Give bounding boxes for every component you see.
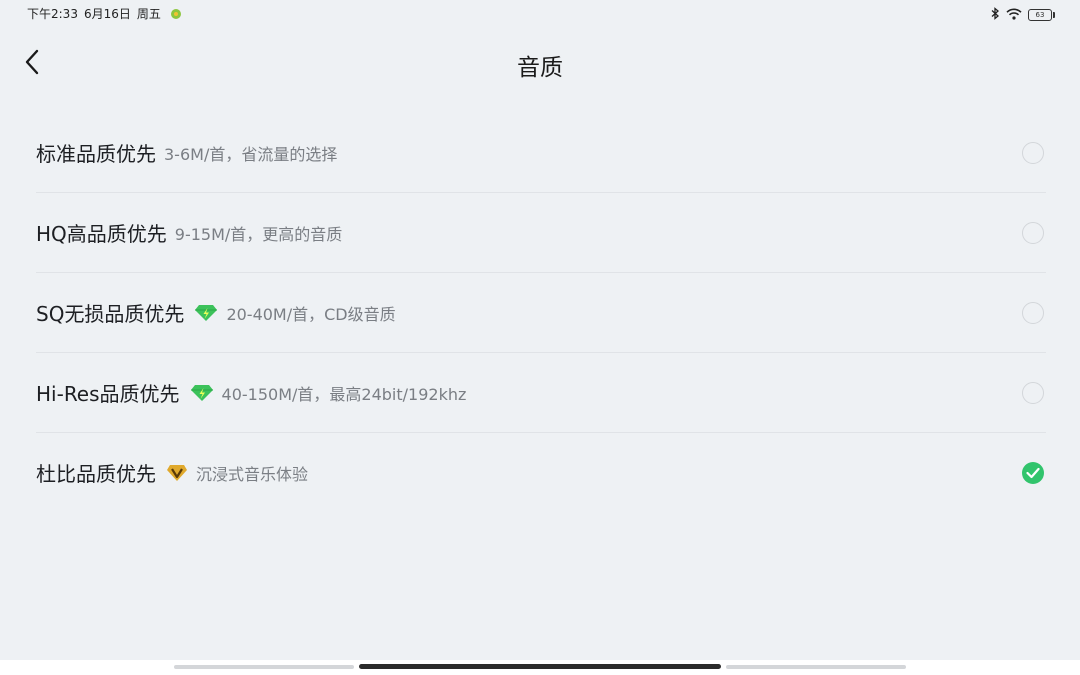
- header: 音质: [0, 38, 1080, 86]
- option-hires[interactable]: Hi-Res品质优先 40-150M/首，最高24bit/192khz: [36, 353, 1046, 433]
- radio-button[interactable]: [1022, 381, 1044, 404]
- status-bar: 下午2:33 6月16日 周五 63: [0, 0, 1080, 26]
- option-desc: 20-40M/首，CD级音质: [226, 304, 396, 324]
- green-diamond-icon: [190, 384, 214, 402]
- option-name: Hi-Res品质优先: [36, 382, 180, 406]
- option-desc: 9-15M/首，更高的音质: [174, 224, 343, 244]
- gold-diamond-icon: [166, 464, 188, 482]
- radio-button[interactable]: [1022, 141, 1044, 164]
- radio-button-checked[interactable]: [1022, 461, 1044, 484]
- status-date: 6月16日: [83, 7, 131, 21]
- option-name: 标准品质优先: [36, 142, 156, 166]
- page-title: 音质: [517, 55, 563, 81]
- wifi-icon: [1006, 5, 1022, 24]
- status-right: 63: [990, 5, 1055, 24]
- home-indicator: [0, 660, 1080, 675]
- option-hq[interactable]: HQ高品质优先 9-15M/首，更高的音质: [36, 193, 1046, 273]
- option-dolby[interactable]: 杜比品质优先 沉浸式音乐体验: [36, 433, 1046, 512]
- option-desc: 沉浸式音乐体验: [196, 464, 309, 484]
- option-desc: 40-150M/首，最高24bit/192khz: [221, 384, 467, 404]
- radio-button[interactable]: [1022, 221, 1044, 244]
- bluetooth-icon: [990, 5, 1000, 24]
- green-diamond-icon: [194, 304, 218, 322]
- option-desc: 3-6M/首，省流量的选择: [164, 144, 338, 164]
- battery-icon: 63: [1028, 8, 1055, 21]
- status-left: 下午2:33 6月16日 周五: [27, 5, 181, 22]
- app-notification-icon: [170, 8, 181, 19]
- home-bar[interactable]: [359, 664, 721, 669]
- option-name: HQ高品质优先: [36, 222, 167, 246]
- home-bar-left: [174, 665, 354, 669]
- home-bar-right: [726, 665, 906, 669]
- status-weekday: 周五: [136, 7, 161, 21]
- quality-options-list: 标准品质优先 3-6M/首，省流量的选择 HQ高品质优先 9-15M/首，更高的…: [36, 113, 1046, 512]
- option-sq[interactable]: SQ无损品质优先 20-40M/首，CD级音质: [36, 273, 1046, 353]
- option-name: 杜比品质优先: [36, 462, 156, 486]
- status-time: 下午2:33: [27, 7, 78, 21]
- option-name: SQ无损品质优先: [36, 302, 185, 326]
- checkmark-icon: [1026, 467, 1040, 478]
- option-standard[interactable]: 标准品质优先 3-6M/首，省流量的选择: [36, 113, 1046, 193]
- radio-button[interactable]: [1022, 301, 1044, 324]
